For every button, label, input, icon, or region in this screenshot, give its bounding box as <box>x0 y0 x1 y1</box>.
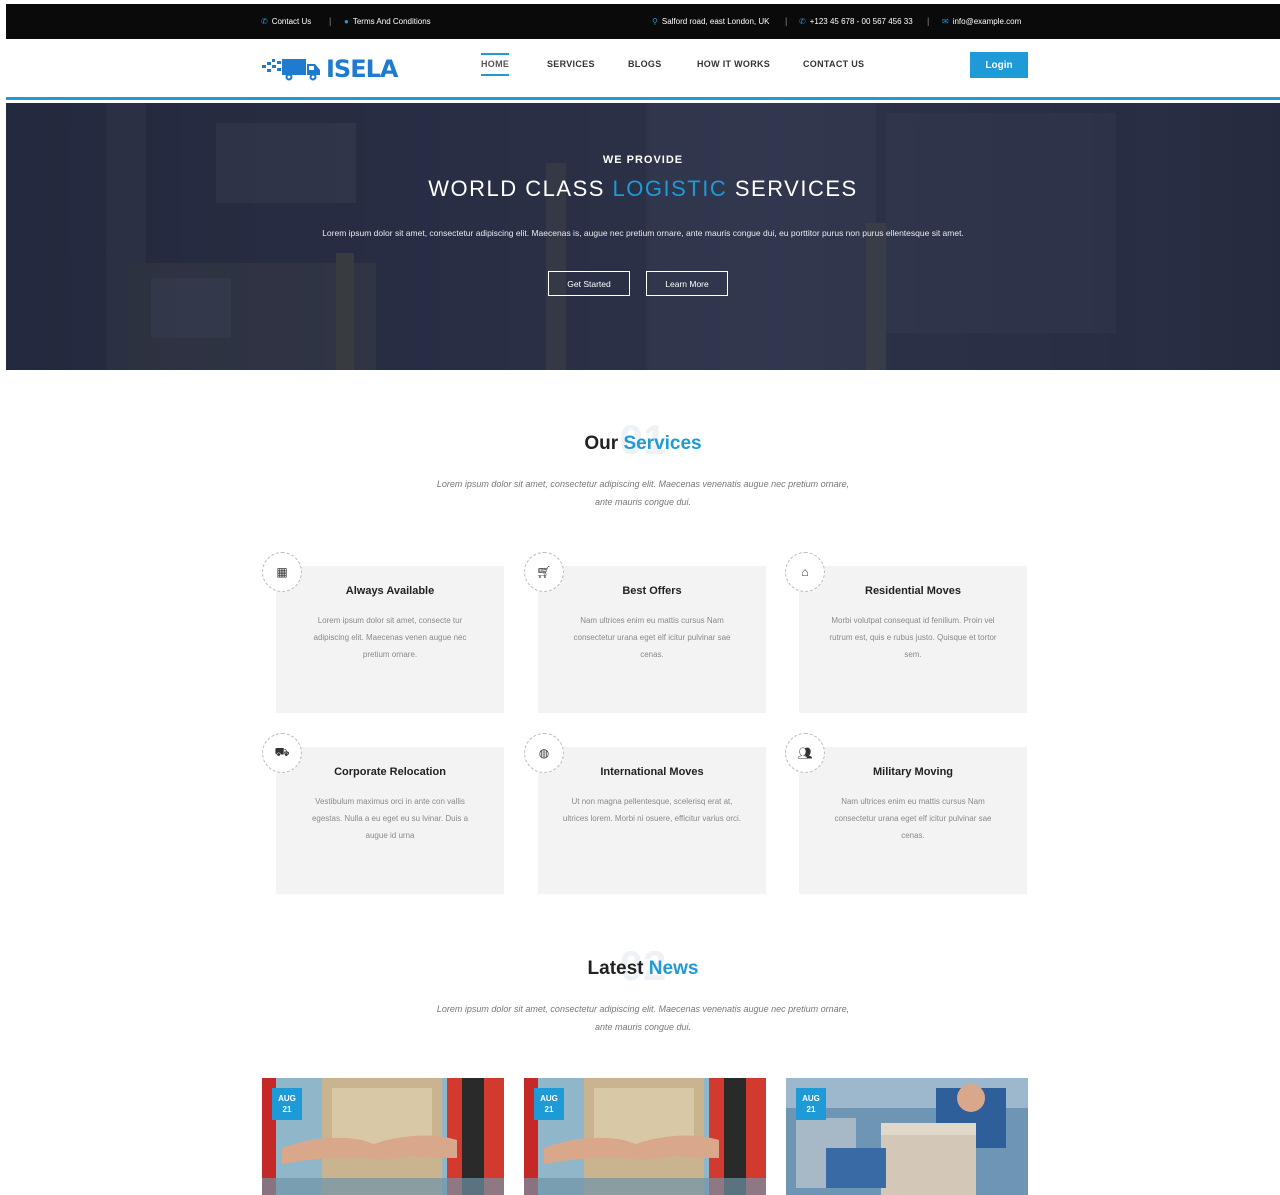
hero-description: Lorem ipsum dolor sit amet, consectetur … <box>322 228 964 238</box>
nav-services[interactable]: SERVICES <box>547 59 595 69</box>
service-card[interactable]: ⌂ Residential Moves Morbi volutpat conse… <box>785 552 1027 713</box>
divider: | <box>785 16 788 26</box>
brand-name: ISELA <box>326 55 398 83</box>
service-card-title: Always Available <box>345 585 435 597</box>
service-card[interactable]: 🛒︎ Best Offers Nam ultrices enim eu matt… <box>524 552 766 713</box>
divider: | <box>329 16 332 26</box>
news-day: 21 <box>806 1105 816 1114</box>
service-card-text: Nam ultrices enim eu mattis cursus Nam c… <box>834 797 992 840</box>
news-card[interactable]: AUG 21 <box>262 1078 504 1195</box>
envelope-icon: ✉ <box>942 17 949 26</box>
news-heading-accent: News <box>648 958 699 979</box>
news-date-badge: AUG 21 <box>272 1088 302 1120</box>
service-card[interactable]: ◍ International Moves Ut non magna pelle… <box>524 733 766 894</box>
service-card-title: Military Moving <box>872 766 954 778</box>
nav-home[interactable]: HOME <box>481 53 510 76</box>
mail-icon: ✆ <box>261 17 268 26</box>
news-date-badge: AUG 21 <box>534 1088 564 1120</box>
news-heading-start: Latest <box>587 958 649 979</box>
truck-logo-icon <box>262 59 320 81</box>
services-heading: Our Services <box>6 433 1280 455</box>
terms-label: Terms And Conditions <box>352 17 431 26</box>
services-heading-start: Our <box>584 433 624 454</box>
page: ✆ Contact Us | ● Terms And Conditions ⚲ … <box>6 4 1280 1195</box>
news-card[interactable]: AUG 21 <box>786 1078 1028 1195</box>
logo[interactable]: ISELA <box>262 55 398 83</box>
location-icon: ⚲ <box>652 17 658 26</box>
news-card[interactable]: AUG 21 <box>524 1078 766 1195</box>
service-card[interactable]: ⛟ Corporate Relocation Vestibulum maximu… <box>262 733 504 894</box>
nav-how-it-works[interactable]: HOW IT WORKS <box>697 59 770 69</box>
service-card-title: Best Offers <box>622 585 682 597</box>
service-card[interactable]: ▦ Always Available Lorem ipsum dolor sit… <box>262 552 504 713</box>
info-icon: ● <box>344 17 349 26</box>
phone-icon: ✆ <box>799 17 806 26</box>
get-started-button[interactable]: Get Started <box>548 271 630 296</box>
service-card-text: Ut non magna pellentesque, scelerisq era… <box>562 797 742 823</box>
email-link[interactable]: ✉ info@example.com <box>942 17 1021 26</box>
address-info: ⚲ Salford road, east London, UK <box>652 17 769 26</box>
nav-contact-us[interactable]: CONTACT US <box>803 59 864 69</box>
phone-text: +123 45 678 - 00 567 456 33 <box>809 17 913 26</box>
service-card-title: Corporate Relocation <box>334 766 446 778</box>
services-heading-accent: Services <box>623 433 702 454</box>
hero-title-end: SERVICES <box>727 176 858 201</box>
news-day: 21 <box>544 1105 554 1114</box>
email-text: info@example.com <box>952 17 1022 26</box>
login-button[interactable]: Login <box>970 52 1028 78</box>
news-subtitle: Lorem ipsum dolor sit amet, consectetur … <box>436 1004 850 1032</box>
hero-banner: WE PROVIDE WORLD CLASS LOGISTIC SERVICES… <box>6 103 1280 370</box>
hero-title: WORLD CLASS LOGISTIC SERVICES <box>6 176 1280 202</box>
news-month: AUG <box>540 1094 558 1103</box>
service-card-text: Vestibulum maximus orci in ante con vall… <box>311 797 469 840</box>
main-nav: ISELA HOME SERVICES BLOGS HOW IT WORKS C… <box>6 39 1280 100</box>
service-card-title: International Moves <box>600 766 704 778</box>
news-heading: Latest News <box>6 958 1280 980</box>
service-card[interactable]: 👥︎ Military Moving Nam ultrices enim eu … <box>785 733 1027 894</box>
news-day: 21 <box>282 1105 292 1114</box>
address-text: Salford road, east London, UK <box>661 17 770 26</box>
hero-eyebrow: WE PROVIDE <box>602 154 684 166</box>
nav-blogs[interactable]: BLOGS <box>628 59 662 69</box>
news-date-badge: AUG 21 <box>796 1088 826 1120</box>
service-card-text: Nam ultrices enim eu mattis cursus Nam c… <box>573 616 731 659</box>
service-card-text: Morbi volutpat consequat id fenilium. Pr… <box>829 616 997 659</box>
hero-title-accent: LOGISTIC <box>612 176 728 201</box>
contact-link[interactable]: ✆ Contact Us <box>261 17 311 26</box>
phone-info: ✆ +123 45 678 - 00 567 456 33 <box>799 17 913 26</box>
service-card-text: Lorem ipsum dolor sit amet, consecte tur… <box>313 616 467 659</box>
service-card-title: Residential Moves <box>865 585 961 597</box>
news-month: AUG <box>802 1094 820 1103</box>
news-month: AUG <box>278 1094 296 1103</box>
terms-link[interactable]: ● Terms And Conditions <box>344 17 431 26</box>
contact-label: Contact Us <box>271 17 312 26</box>
learn-more-button[interactable]: Learn More <box>646 271 728 296</box>
top-bar: ✆ Contact Us | ● Terms And Conditions ⚲ … <box>6 4 1280 39</box>
services-subtitle: Lorem ipsum dolor sit amet, consectetur … <box>436 479 850 507</box>
hero-title-start: WORLD CLASS <box>428 176 613 201</box>
divider: | <box>927 16 930 26</box>
